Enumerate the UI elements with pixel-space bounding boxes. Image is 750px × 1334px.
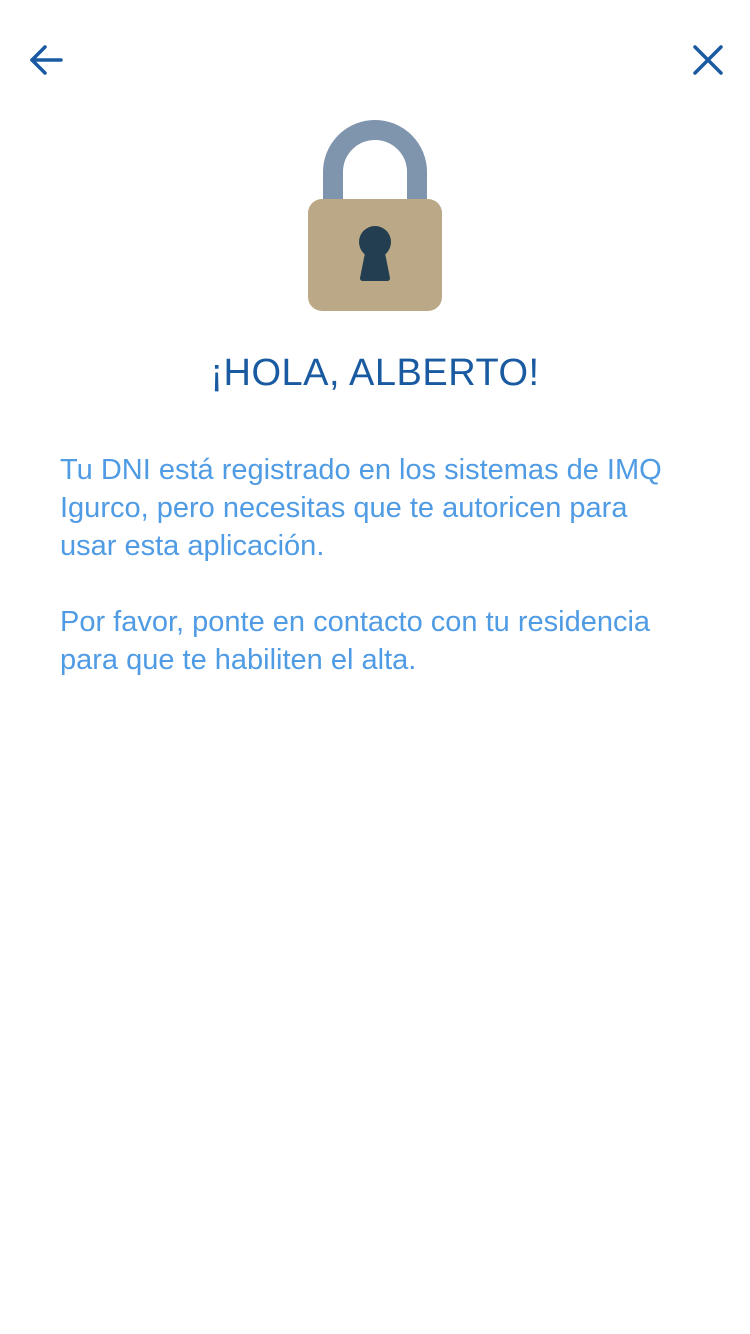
contact-message: Por favor, ponte en contacto con tu resi… [60, 606, 651, 676]
close-icon [693, 45, 723, 75]
registration-message: Tu DNI está registrado en los sistemas d… [60, 454, 662, 562]
greeting-title: ¡HOLA, ALBERTO! [210, 352, 540, 394]
padlock-icon [308, 120, 442, 311]
padlock-shackle [323, 120, 427, 204]
back-button[interactable] [24, 38, 68, 82]
close-button[interactable] [686, 38, 730, 82]
arrow-left-icon [30, 45, 63, 75]
top-bar [0, 0, 750, 120]
